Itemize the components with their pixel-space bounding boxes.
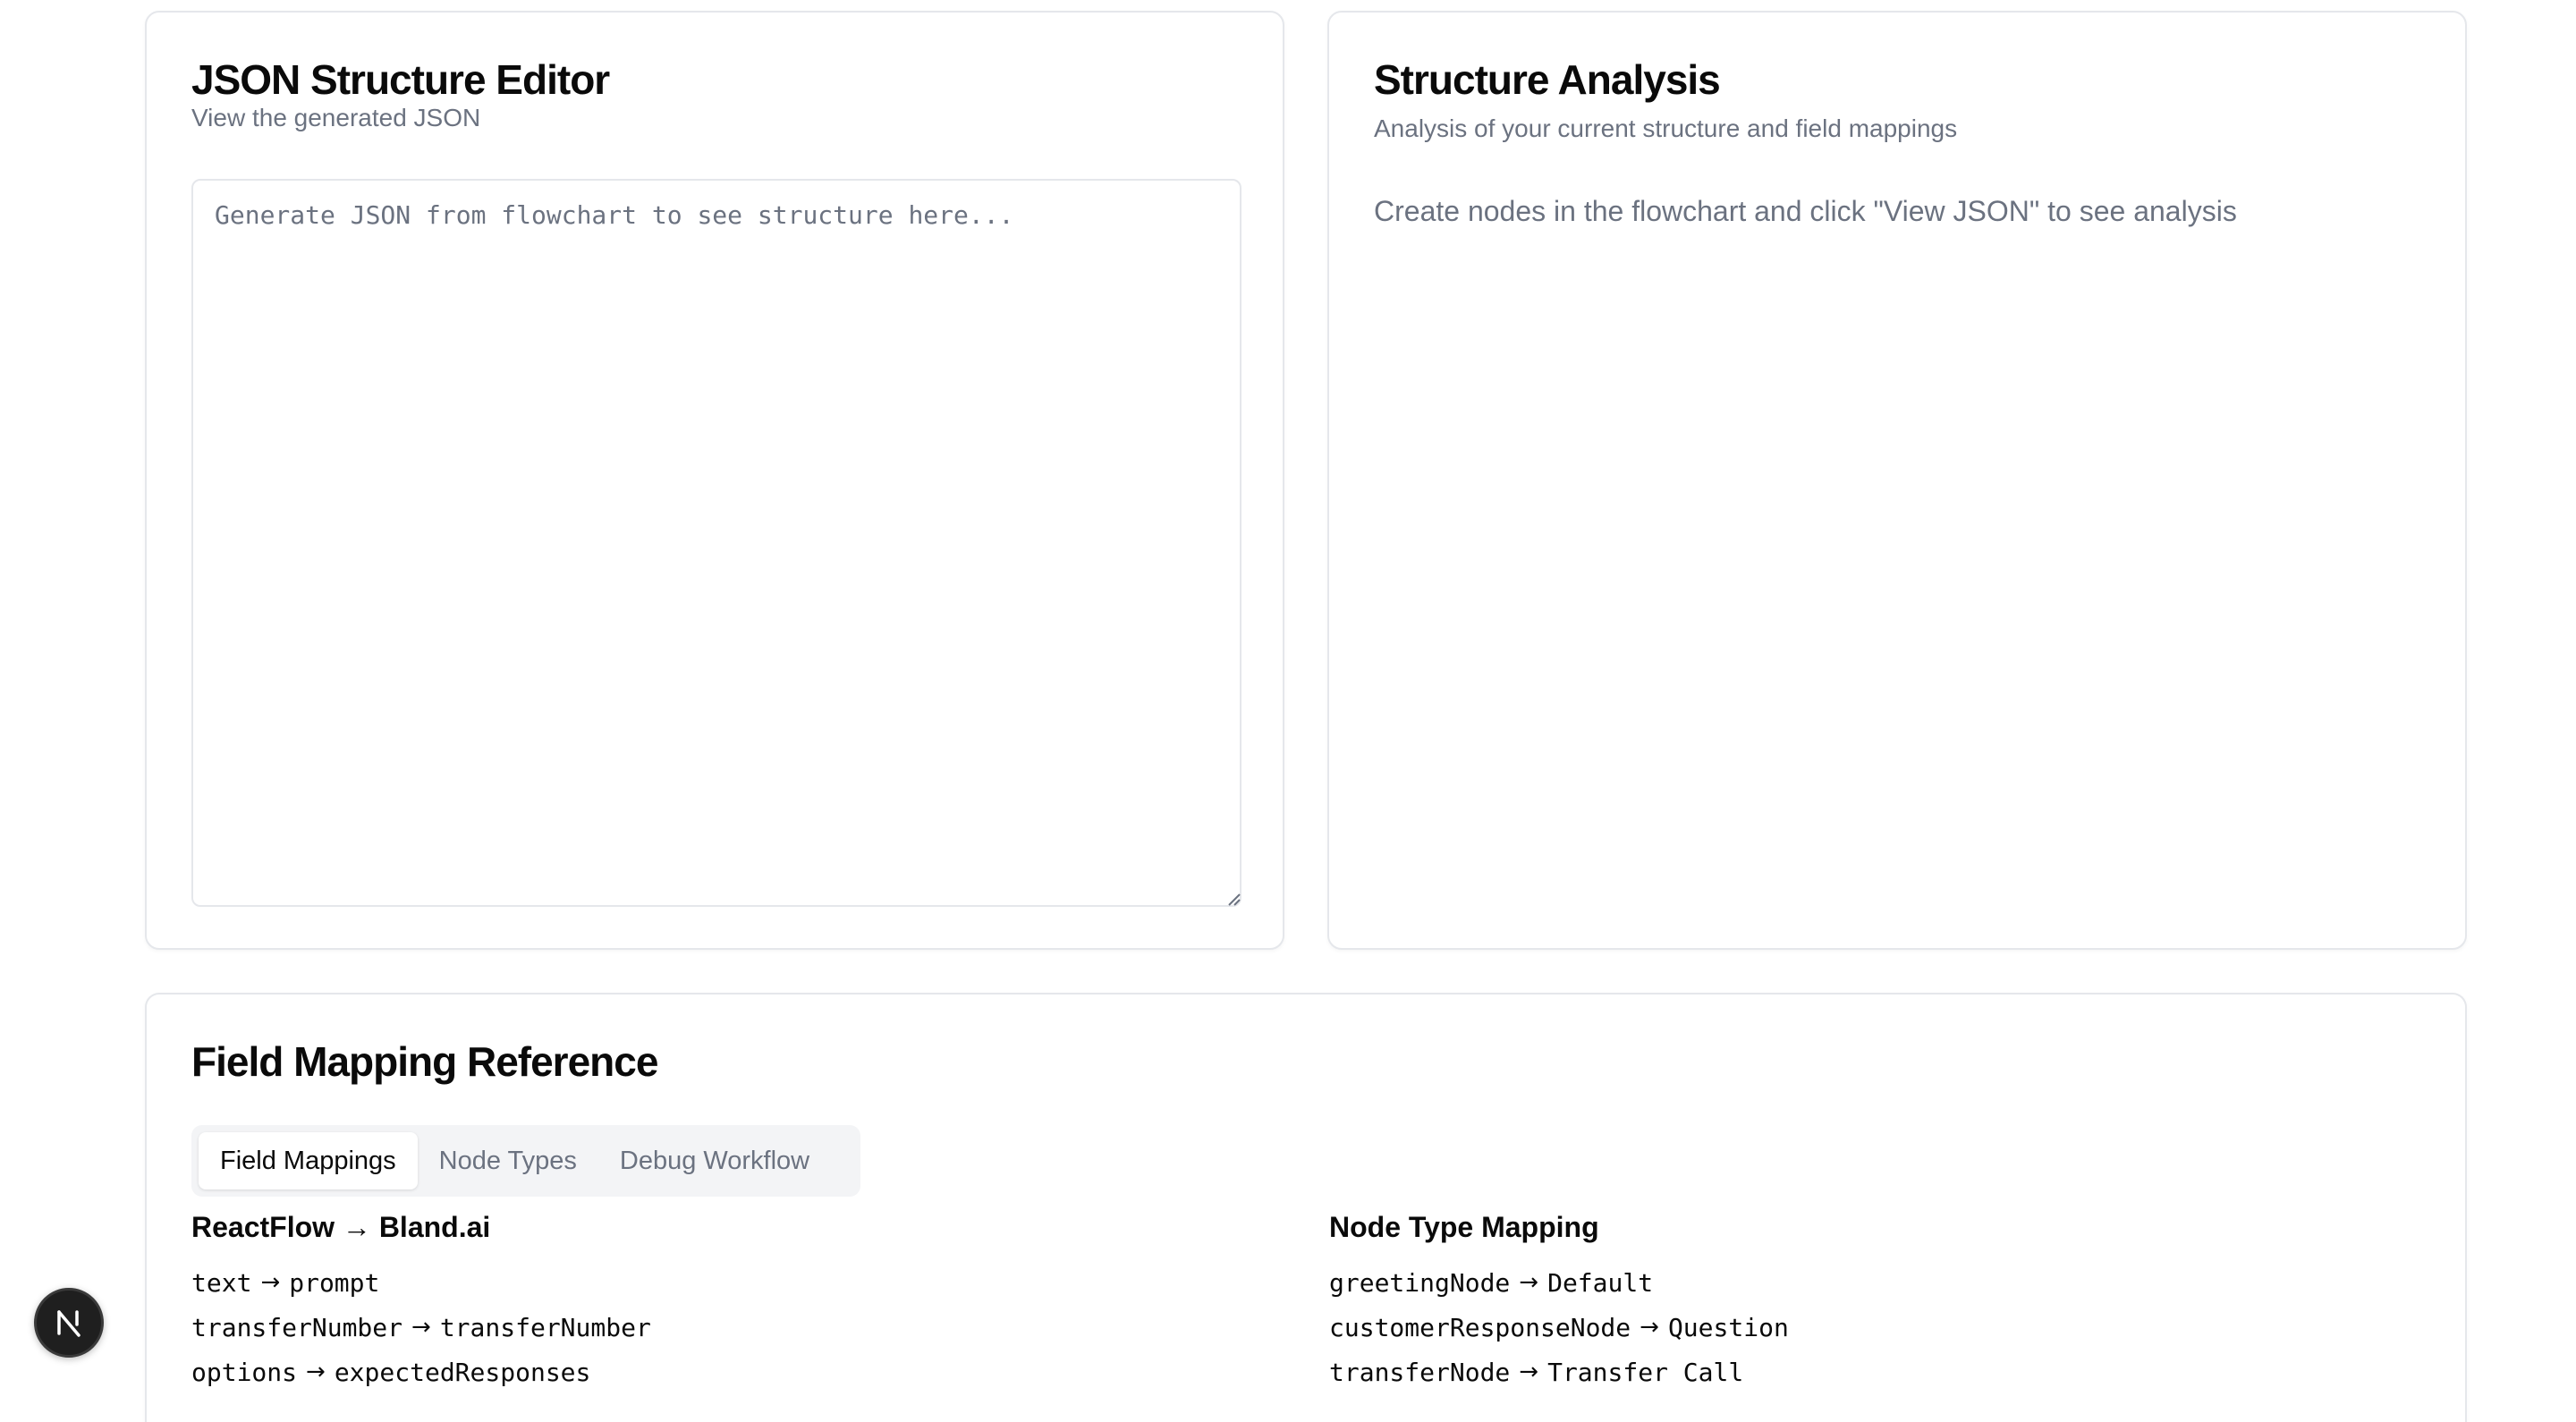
mapping-from: transferNode: [1329, 1357, 1511, 1387]
arrow-right-icon: →: [1519, 1269, 1539, 1296]
arrow-right-icon: →: [306, 1359, 326, 1385]
editor-title: JSON Structure Editor: [191, 56, 610, 103]
field-mapping-reference-card: Field Mapping Reference Field Mappings N…: [145, 993, 2467, 1422]
node-type-mapping-section: Node Type Mapping greetingNode → Default…: [1329, 1211, 1789, 1394]
mapping-row: greetingNode → Default: [1329, 1260, 1789, 1305]
analysis-subtitle: Analysis of your current structure and f…: [1374, 114, 1958, 142]
mapping-row: transferNode → Transfer Call: [1329, 1350, 1789, 1394]
mapping-from: transferNumber: [191, 1312, 403, 1342]
mapping-row: options → expectedResponses: [191, 1350, 651, 1394]
mapping-from: customerResponseNode: [1329, 1312, 1631, 1342]
field-mappings-section: ReactFlow → Bland.ai text → prompt trans…: [191, 1211, 651, 1394]
resize-handle-icon[interactable]: [1225, 891, 1241, 907]
mapping-to: Transfer Call: [1547, 1357, 1744, 1387]
mapping-to: Default: [1547, 1267, 1654, 1298]
mapping-row: customerResponseNode → Question: [1329, 1305, 1789, 1350]
analysis-title: Structure Analysis: [1374, 56, 1721, 103]
field-mappings-heading: ReactFlow → Bland.ai: [191, 1211, 491, 1243]
reference-tabs: Field Mappings Node Types Debug Workflow: [191, 1125, 860, 1197]
mapping-from: greetingNode: [1329, 1267, 1511, 1298]
analysis-empty-message: Create nodes in the flowchart and click …: [1374, 195, 2237, 227]
mapping-to: prompt: [289, 1267, 380, 1298]
node-type-mapping-heading: Node Type Mapping: [1329, 1211, 1599, 1243]
json-structure-editor-card: JSON Structure Editor View the generated…: [145, 11, 1284, 950]
arrow-right-icon: →: [260, 1269, 281, 1296]
mapping-from: text: [191, 1267, 252, 1298]
mapping-to: transferNumber: [439, 1312, 651, 1342]
n-logo-icon: [57, 1310, 80, 1337]
nextjs-badge-button[interactable]: [34, 1288, 104, 1358]
mapping-to: expectedResponses: [334, 1357, 591, 1387]
tab-debug-workflow[interactable]: Debug Workflow: [598, 1132, 831, 1189]
mapping-to: Question: [1667, 1312, 1789, 1342]
reference-title: Field Mapping Reference: [191, 1038, 658, 1085]
arrow-right-icon: →: [411, 1314, 431, 1341]
json-textarea[interactable]: [191, 179, 1241, 907]
structure-analysis-card: Structure Analysis Analysis of your curr…: [1327, 11, 2467, 950]
tab-field-mappings[interactable]: Field Mappings: [199, 1132, 418, 1189]
mapping-row: transferNumber → transferNumber: [191, 1305, 651, 1350]
arrow-right-icon: →: [1519, 1359, 1539, 1385]
editor-subtitle: View the generated JSON: [191, 104, 481, 131]
mapping-from: options: [191, 1357, 298, 1387]
tab-node-types[interactable]: Node Types: [418, 1132, 598, 1189]
arrow-right-icon: →: [1640, 1314, 1659, 1341]
mapping-row: text → prompt: [191, 1260, 651, 1305]
